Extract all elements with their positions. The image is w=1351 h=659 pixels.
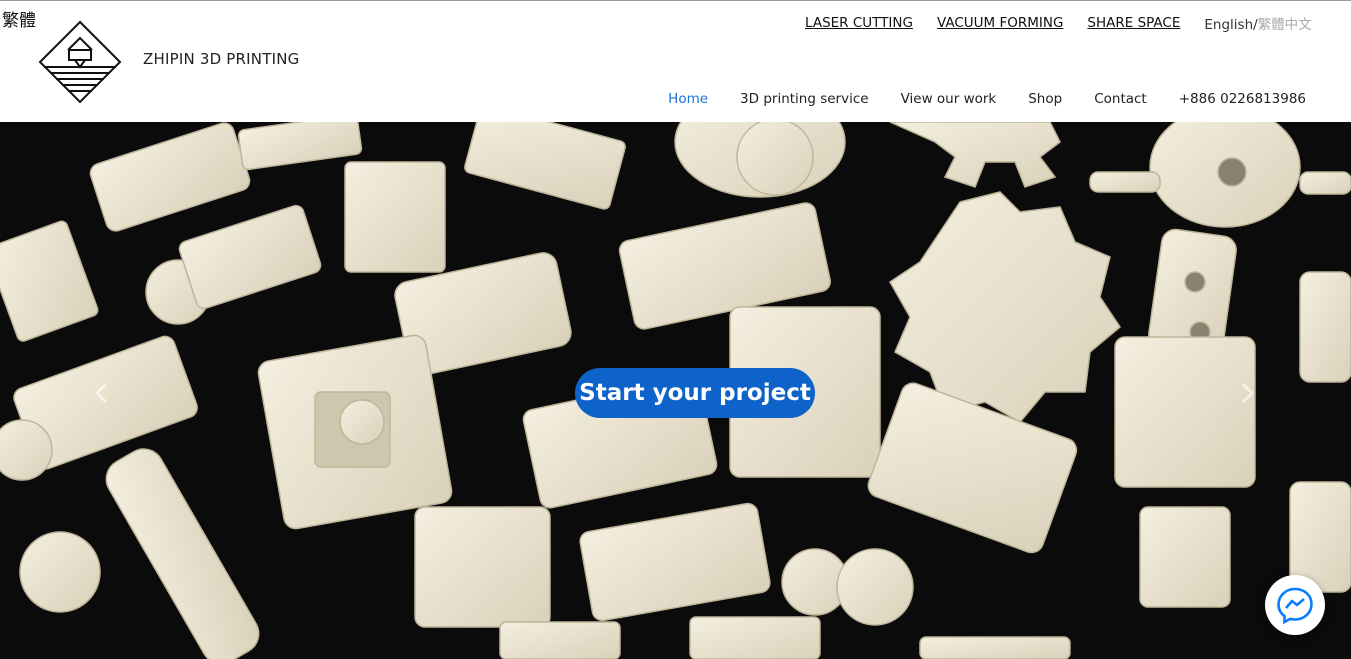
language-english[interactable]: English/ xyxy=(1204,17,1257,33)
corner-language-label[interactable]: 繁體 xyxy=(2,6,36,31)
messenger-icon xyxy=(1277,587,1313,625)
chevron-right-icon[interactable] xyxy=(1239,381,1257,405)
nav-item-home[interactable]: Home xyxy=(668,91,708,107)
chevron-left-icon[interactable] xyxy=(92,381,110,405)
nav-item-3d-printing-service[interactable]: 3D printing service xyxy=(740,91,869,107)
window-top-border xyxy=(0,0,1351,1)
nav-item-shop[interactable]: Shop xyxy=(1028,91,1062,107)
printer-nozzle-logo-icon[interactable] xyxy=(38,20,122,104)
language-chinese[interactable]: 繁體中文 xyxy=(1258,17,1312,33)
share-space-link[interactable]: SHARE SPACE xyxy=(1087,15,1180,31)
nav-item-view-our-work[interactable]: View our work xyxy=(901,91,997,107)
language-switch: English/繁體中文 xyxy=(1204,13,1311,33)
nav-item-phone[interactable]: +886 0226813986 xyxy=(1179,91,1306,107)
hero-carousel: Start your project xyxy=(0,122,1351,659)
start-project-button[interactable]: Start your project xyxy=(575,368,815,418)
messenger-chat-button[interactable] xyxy=(1265,575,1325,635)
main-navigation: Home 3D printing service View our work S… xyxy=(636,91,1306,107)
brand-name[interactable]: ZHIPIN 3D PRINTING xyxy=(143,50,299,68)
laser-cutting-link[interactable]: LASER CUTTING xyxy=(805,15,913,31)
vacuum-forming-link[interactable]: VACUUM FORMING xyxy=(937,15,1063,31)
nav-item-contact[interactable]: Contact xyxy=(1094,91,1147,107)
top-utility-links: LASER CUTTING VACUUM FORMING SHARE SPACE… xyxy=(805,13,1312,33)
